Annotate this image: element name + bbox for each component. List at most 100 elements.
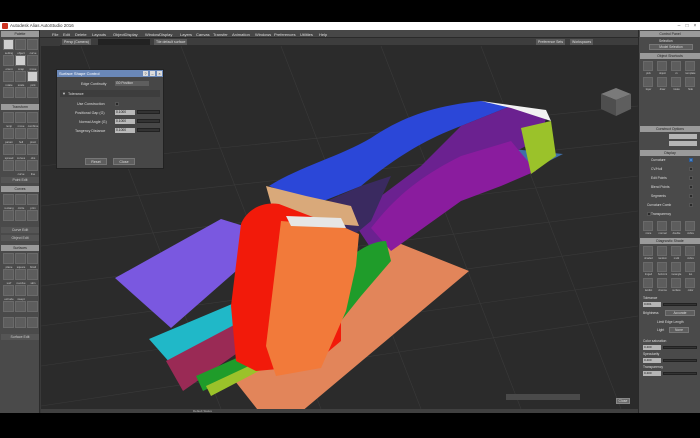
object-shortcut-icon[interactable] (657, 61, 667, 71)
double-display-icon[interactable] (671, 221, 681, 231)
tolerance-setting-slider[interactable] (663, 303, 697, 306)
hull-icon[interactable] (15, 128, 26, 139)
curvature-comb-checkbox[interactable] (689, 203, 693, 207)
obs-icon[interactable] (27, 144, 38, 155)
tab-persp[interactable]: Persp (Camera) (62, 39, 91, 45)
pivot-icon[interactable] (27, 128, 38, 139)
square-icon[interactable] (15, 253, 26, 264)
offset-icon[interactable] (15, 301, 26, 312)
extrude-icon[interactable] (3, 285, 14, 296)
zebra-display-icon[interactable] (685, 221, 695, 231)
color-saturation-field[interactable]: 0.400 (643, 345, 661, 350)
light-select[interactable]: None (669, 327, 689, 333)
tangency-distance-slider[interactable] (137, 128, 160, 132)
horizont-icon[interactable] (657, 262, 667, 272)
menu-layers[interactable]: Layers (180, 32, 192, 37)
shaded-icon[interactable] (643, 246, 653, 256)
menu-objectdisplay[interactable]: ObjectDisplay (113, 32, 138, 37)
zebra-icon[interactable] (685, 246, 695, 256)
fillet-icon[interactable] (27, 210, 38, 221)
red-dot-icon[interactable] (3, 160, 14, 171)
transparency-setting-slider[interactable] (663, 372, 697, 375)
specularity-slider[interactable] (663, 359, 697, 362)
menu-delete[interactable]: Delete (75, 32, 87, 37)
none-display-icon[interactable] (643, 221, 653, 231)
construct-field-2[interactable] (669, 141, 697, 146)
maximize-icon[interactable]: □ (684, 23, 690, 29)
menu-transfer[interactable]: Transfer (213, 32, 228, 37)
loop-icon[interactable] (27, 301, 38, 312)
construct-options-header[interactable]: Construct Options (640, 126, 700, 132)
move2-icon[interactable] (3, 87, 14, 98)
pick-icon[interactable] (27, 71, 38, 82)
point-edit-footer[interactable]: Point Edit (1, 177, 39, 183)
expand-arrow-icon[interactable]: ▼ (62, 91, 66, 96)
menu-layouts[interactable]: Layouts (92, 32, 106, 37)
move-cv-icon[interactable] (15, 112, 26, 123)
object-edit-footer[interactable]: Object Edit (1, 235, 39, 241)
menu-help[interactable]: Help (319, 32, 327, 37)
close-icon[interactable]: × (692, 23, 698, 29)
blendpoints-checkbox[interactable] (689, 185, 693, 189)
rotate-icon[interactable] (3, 71, 14, 82)
surfaces-header[interactable]: Surfaces (1, 245, 39, 251)
trim-icon[interactable] (3, 301, 14, 312)
brightness-select[interactable]: Accurate (665, 310, 695, 316)
setting-icon[interactable] (3, 39, 14, 50)
construct-field-1[interactable] (669, 134, 697, 139)
transparency-checkbox[interactable] (647, 212, 651, 216)
template-shortcut-icon[interactable] (685, 61, 695, 71)
normal-display-icon[interactable] (657, 221, 667, 231)
pick-shortcut-icon[interactable] (643, 61, 653, 71)
menu-windows[interactable]: Windows (255, 32, 271, 37)
orient-icon[interactable] (3, 55, 14, 66)
plane-icon[interactable] (3, 253, 14, 264)
surface-edit-footer[interactable]: Surface Edit (1, 334, 39, 340)
curve-icon[interactable] (27, 39, 38, 50)
menu-windowdisplay[interactable]: WindowDisplay (145, 32, 172, 37)
draw-shortcut-icon[interactable] (657, 77, 667, 87)
random-icon[interactable] (657, 246, 667, 256)
transform-header[interactable]: Transform (1, 104, 39, 110)
positional-gap-slider[interactable] (137, 110, 160, 114)
scale2-icon[interactable] (27, 87, 38, 98)
curve-edit-footer[interactable]: Curve Edit (1, 227, 39, 233)
transform-icon[interactable] (15, 87, 26, 98)
cv-shortcut-icon[interactable] (671, 61, 681, 71)
revolve-icon[interactable] (15, 269, 26, 280)
fill-icon[interactable] (15, 317, 26, 328)
swept-icon[interactable] (15, 285, 26, 296)
surf-icon[interactable] (3, 269, 14, 280)
nonp-icon[interactable] (3, 112, 14, 123)
curves-header[interactable]: Curves (1, 186, 39, 192)
cinema-icon[interactable] (657, 278, 667, 288)
snap-icon[interactable] (15, 55, 26, 66)
tinged-icon[interactable] (643, 262, 653, 272)
circle-icon[interactable] (15, 194, 26, 205)
tangency-distance-field[interactable]: 0.1000 (115, 128, 135, 133)
normal-angle-field[interactable]: 0.1000 (115, 119, 135, 124)
segments-checkbox[interactable] (689, 194, 693, 198)
scale-icon[interactable] (15, 71, 26, 82)
tab-preference-sets[interactable]: Preference Sets (536, 39, 566, 45)
diagnostic-shade-header[interactable]: Diagnostic Shade (640, 238, 700, 244)
edge-continuity-select[interactable]: G0 Position (115, 81, 149, 86)
rotate-shortcut-icon[interactable] (671, 77, 681, 87)
positional-gap-field[interactable]: 0.1000 (115, 110, 135, 115)
isoangle-icon[interactable] (671, 262, 681, 272)
model-selection-button[interactable]: Model Selection (649, 44, 693, 50)
normal-angle-slider[interactable] (137, 119, 160, 123)
move-icon[interactable] (27, 55, 38, 66)
menu-utilities[interactable]: Utilities (300, 32, 313, 37)
menu-edit[interactable]: Edit (63, 32, 70, 37)
curvature-checkbox[interactable] (689, 158, 693, 162)
menu-file[interactable]: File (52, 32, 58, 37)
iso-icon[interactable] (685, 262, 695, 272)
palette-header[interactable]: Palette (1, 31, 39, 37)
surface-icon[interactable] (671, 278, 681, 288)
object-shortcuts-header[interactable]: Object Shortcuts (640, 53, 700, 59)
viewport-close-button[interactable]: Close (616, 398, 630, 404)
edit-curve-icon[interactable] (15, 210, 26, 221)
line-icon[interactable] (27, 160, 38, 171)
spline-icon[interactable] (3, 210, 14, 221)
